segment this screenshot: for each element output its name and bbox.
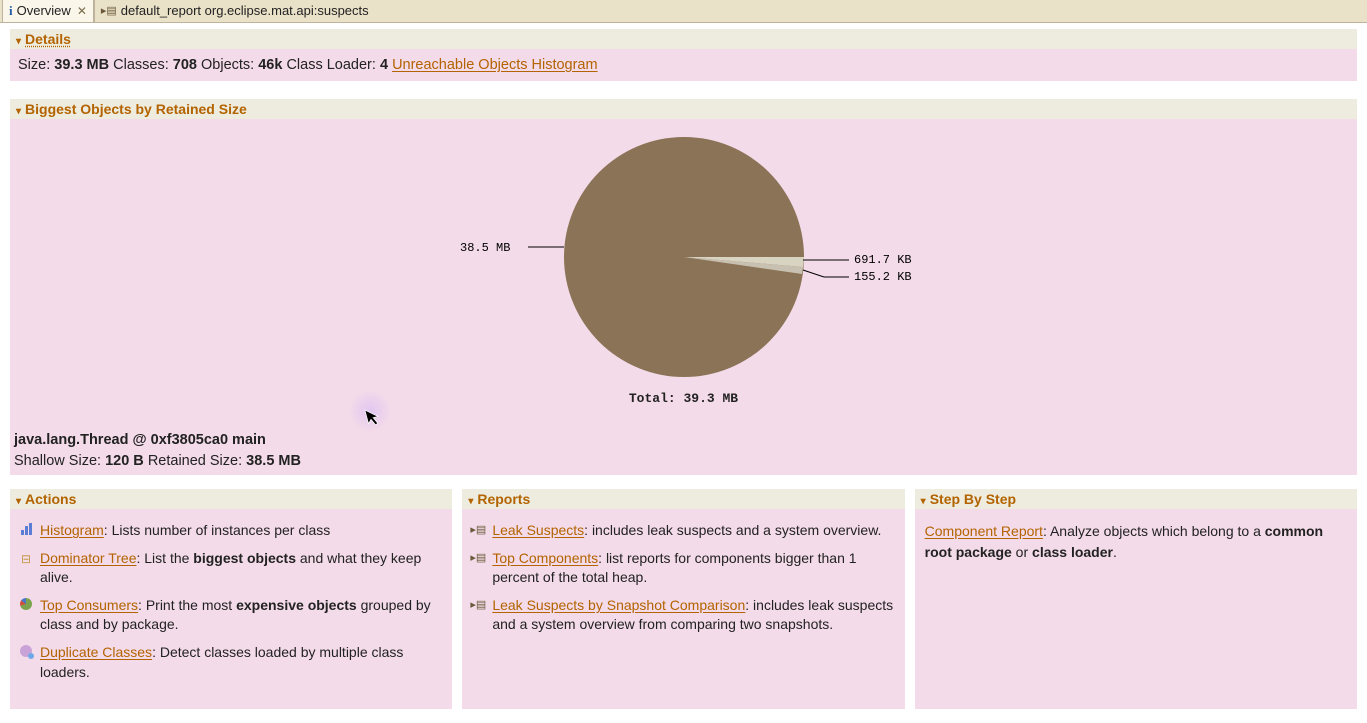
- step-by-step-section-header[interactable]: ▾ Step By Step: [915, 489, 1357, 509]
- tab-overview[interactable]: i Overview ✕: [2, 0, 94, 22]
- biggest-objects-title: Biggest Objects by Retained Size: [25, 101, 247, 117]
- tab-bar: i Overview ✕ ▸▤ default_report org.eclip…: [0, 0, 1367, 23]
- classloader-value: 4: [380, 57, 388, 73]
- biggest-objects-section-header[interactable]: ▾ Biggest Objects by Retained Size: [10, 99, 1357, 119]
- actions-title: Actions: [25, 491, 76, 507]
- classes-value: 708: [173, 57, 197, 73]
- dominator-tree-link[interactable]: Dominator Tree: [40, 550, 136, 566]
- tab-overview-label: Overview: [17, 3, 71, 18]
- duplicate-icon: [18, 643, 34, 657]
- details-box: Size: 39.3 MB Classes: 708 Objects: 46k …: [10, 49, 1357, 81]
- leak-suspects-comparison-link[interactable]: Leak Suspects by Snapshot Comparison: [492, 597, 745, 613]
- pie-chart[interactable]: 38.5 MB 691.7 KB 155.2 KB: [284, 127, 1084, 387]
- unreachable-objects-link[interactable]: Unreachable Objects Histogram: [392, 57, 598, 73]
- report-icon: ▸▤: [470, 596, 486, 613]
- details-section-header[interactable]: ▾ Details: [10, 29, 1357, 49]
- component-report-link[interactable]: Component Report: [925, 523, 1043, 539]
- tab-default-report[interactable]: ▸▤ default_report org.eclipse.mat.api:su…: [94, 0, 376, 22]
- tree-icon: ⊟: [18, 549, 34, 568]
- actions-section-header[interactable]: ▾ Actions: [10, 489, 452, 509]
- size-label: Size:: [18, 57, 50, 73]
- classes-label: Classes:: [113, 57, 169, 73]
- reports-title: Reports: [477, 491, 530, 507]
- reports-box: ▸▤ Leak Suspects: includes leak suspects…: [462, 509, 904, 709]
- chart-total: Total: 39.3 MB: [18, 391, 1349, 406]
- top-consumers-link[interactable]: Top Consumers: [40, 597, 138, 613]
- classloader-label: Class Loader:: [286, 57, 375, 73]
- report-icon: ▸▤: [101, 4, 117, 17]
- step-by-step-title: Step By Step: [930, 491, 1016, 507]
- pie-label-main: 38.5 MB: [460, 241, 510, 255]
- info-icon: i: [9, 3, 13, 19]
- leak-suspects-link[interactable]: Leak Suspects: [492, 522, 584, 538]
- close-icon[interactable]: ✕: [75, 4, 87, 18]
- histogram-desc: : Lists number of instances per class: [104, 522, 330, 538]
- histogram-link[interactable]: Histogram: [40, 522, 104, 538]
- collapse-icon: ▾: [468, 496, 473, 507]
- actions-box: Histogram: Lists number of instances per…: [10, 509, 452, 709]
- retained-size-value: 38.5 MB: [246, 453, 301, 469]
- biggest-objects-chart[interactable]: 38.5 MB 691.7 KB 155.2 KB Total: 39.3 MB…: [10, 119, 1357, 475]
- collapse-icon: ▾: [16, 496, 21, 507]
- objects-value: 46k: [258, 57, 282, 73]
- top-components-link[interactable]: Top Components: [492, 550, 598, 566]
- collapse-icon: ▾: [16, 36, 21, 47]
- mouse-cursor-icon: [364, 405, 385, 428]
- pie-icon: [18, 596, 34, 610]
- collapse-icon: ▾: [921, 496, 926, 507]
- shallow-size-value: 120 B: [105, 453, 144, 469]
- pie-label-a: 691.7 KB: [854, 253, 912, 267]
- leak-suspects-desc: : includes leak suspects and a system ov…: [584, 522, 881, 538]
- collapse-icon: ▾: [16, 106, 21, 117]
- shallow-size-label: Shallow Size:: [14, 453, 101, 469]
- report-icon: ▸▤: [470, 521, 486, 538]
- tab-default-report-label: default_report org.eclipse.mat.api:suspe…: [121, 3, 369, 18]
- report-icon: ▸▤: [470, 549, 486, 566]
- objects-label: Objects:: [201, 57, 254, 73]
- duplicate-classes-link[interactable]: Duplicate Classes: [40, 644, 152, 660]
- retained-size-label: Retained Size:: [148, 453, 242, 469]
- histogram-icon: [18, 521, 34, 535]
- details-title: Details: [25, 31, 71, 47]
- step-by-step-box: Component Report: Analyze objects which …: [915, 509, 1357, 709]
- pie-label-b: 155.2 KB: [854, 270, 912, 284]
- selected-object-name: java.lang.Thread @ 0xf3805ca0 main: [14, 430, 301, 452]
- selected-object-info: java.lang.Thread @ 0xf3805ca0 main Shall…: [14, 430, 301, 474]
- size-value: 39.3 MB: [54, 57, 109, 73]
- reports-section-header[interactable]: ▾ Reports: [462, 489, 904, 509]
